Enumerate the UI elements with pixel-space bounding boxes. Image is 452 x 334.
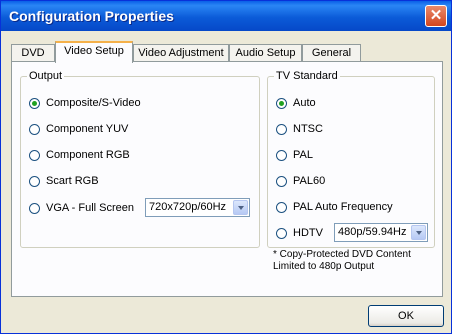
tab-general[interactable]: General [302,44,361,62]
radio-button[interactable] [276,176,287,187]
radio-label: Scart RGB [46,175,99,187]
hdtv-mode-value: 480p/59.94Hz [338,226,407,238]
window-title: Configuration Properties [9,8,174,24]
video-setup-panel: Output Composite/S-Video Component YUV C… [11,61,443,297]
radio-button[interactable] [276,228,287,239]
chevron-down-icon[interactable] [233,200,248,215]
tab-video-setup[interactable]: Video Setup [55,41,133,63]
copy-protection-note: * Copy-Protected DVD Content Limited to … [273,249,433,273]
radio-label: NTSC [293,123,323,135]
output-legend: Output [27,70,65,82]
radio-button[interactable] [276,98,287,109]
tv-standard-legend: TV Standard [274,70,340,82]
note-line-1: * Copy-Protected DVD Content [273,249,411,260]
close-icon: ✕ [429,7,443,24]
radio-button[interactable] [29,150,40,161]
tv-standard-group: TV Standard Auto NTSC PAL PAL60 PAL Auto… [267,70,435,248]
radio-label: Composite/S-Video [46,97,141,109]
tab-audio-setup[interactable]: Audio Setup [229,44,302,62]
radio-label: VGA - Full Screen [46,202,135,214]
tab-video-adjustment[interactable]: Video Adjustment [133,44,229,62]
ok-button[interactable]: OK [368,305,444,327]
title-bar: Configuration Properties [1,1,451,31]
radio-button[interactable] [276,150,287,161]
radio-button[interactable] [29,98,40,109]
tab-dvd[interactable]: DVD [11,44,55,62]
configuration-properties-window: Configuration Properties ✕ DVD Video Set… [0,0,452,334]
note-line-2: Limited to 480p Output [273,261,375,272]
radio-label: Auto [293,97,316,109]
radio-button[interactable] [29,176,40,187]
radio-label: HDTV [293,227,323,239]
radio-label: Component YUV [46,123,129,135]
radio-button[interactable] [276,202,287,213]
radio-button[interactable] [29,124,40,135]
radio-label: PAL60 [293,175,326,187]
radio-label: PAL [293,149,313,161]
output-group: Output Composite/S-Video Component YUV C… [20,70,260,248]
chevron-down-icon[interactable] [411,225,426,240]
hdtv-mode-select[interactable]: 480p/59.94Hz [334,223,428,242]
radio-button[interactable] [276,124,287,135]
radio-label: Component RGB [46,149,130,161]
vga-resolution-select[interactable]: 720x720p/60Hz [145,198,250,217]
vga-resolution-value: 720x720p/60Hz [149,201,227,213]
radio-button[interactable] [29,203,40,214]
close-button[interactable]: ✕ [425,5,447,27]
radio-label: PAL Auto Frequency [293,201,393,213]
